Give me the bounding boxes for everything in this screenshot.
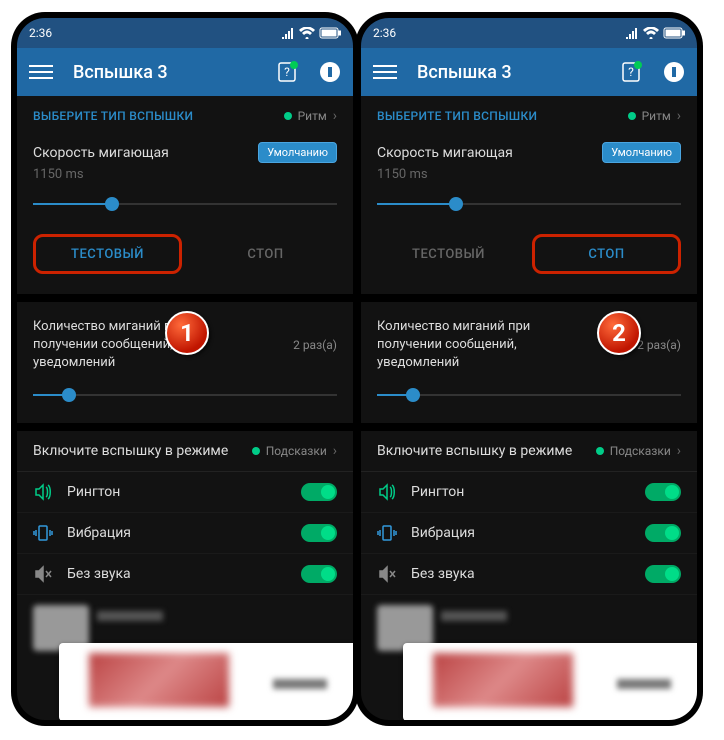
default-button[interactable]: Умолчанию bbox=[602, 142, 681, 163]
status-dot-icon bbox=[252, 447, 260, 455]
annotation-marker-1: 1 bbox=[165, 311, 209, 355]
vibration-row: Вибрация bbox=[361, 513, 697, 554]
status-dot-icon bbox=[628, 112, 636, 120]
page-title: Вспышка 3 bbox=[73, 62, 277, 83]
ringtone-label: Рингтон bbox=[411, 484, 631, 500]
vibration-label: Вибрация bbox=[67, 525, 287, 541]
flash-type-selector[interactable]: Ритм › bbox=[628, 108, 681, 124]
ringtone-toggle[interactable] bbox=[645, 483, 681, 501]
signal-icon bbox=[625, 27, 639, 39]
blinks-slider[interactable] bbox=[33, 383, 337, 407]
signal-icon bbox=[281, 27, 295, 39]
content: ВЫБЕРИТЕ ТИП ВСПЫШКИ Ритм › Скорость миг… bbox=[361, 96, 697, 720]
status-icons bbox=[281, 27, 341, 39]
speaker-icon bbox=[33, 482, 53, 502]
wifi-icon bbox=[643, 27, 659, 39]
silent-label: Без звука bbox=[67, 566, 287, 582]
silent-toggle[interactable] bbox=[301, 565, 337, 583]
vibration-toggle[interactable] bbox=[645, 524, 681, 542]
speed-label: Скорость мигающая bbox=[33, 145, 169, 161]
stop-button[interactable]: СТОП bbox=[532, 234, 681, 274]
speed-value: 1150 ms bbox=[377, 167, 681, 182]
speed-slider[interactable] bbox=[33, 192, 337, 216]
vibration-label: Вибрация bbox=[411, 525, 631, 541]
vibration-row: Вибрация bbox=[17, 513, 353, 554]
silent-row: Без звука bbox=[17, 554, 353, 595]
wifi-icon bbox=[299, 27, 315, 39]
status-dot-icon bbox=[596, 447, 604, 455]
flash-type-title: ВЫБЕРИТЕ ТИП ВСПЫШКИ bbox=[377, 109, 537, 123]
ad-banner[interactable] bbox=[33, 605, 337, 717]
status-dot-icon bbox=[284, 112, 292, 120]
phone-left: 2:36 Вспышка 3 ? ВЫБЕРИТЕ ТИП ВСПЫШКИ Ри… bbox=[17, 18, 353, 720]
svg-text:?: ? bbox=[628, 65, 634, 79]
mode-selector[interactable]: Подсказки › bbox=[596, 443, 681, 459]
silent-row: Без звука bbox=[361, 554, 697, 595]
ringtone-toggle[interactable] bbox=[301, 483, 337, 501]
flash-type-value: Ритм bbox=[642, 109, 671, 123]
test-button[interactable]: ТЕСТОВЫЙ bbox=[33, 234, 182, 274]
silent-toggle[interactable] bbox=[645, 565, 681, 583]
help-icon[interactable]: ? bbox=[621, 61, 643, 83]
mode-selector[interactable]: Подсказки › bbox=[252, 443, 337, 459]
ad-banner[interactable] bbox=[377, 605, 681, 717]
status-icons bbox=[625, 27, 685, 39]
mode-value: Подсказки bbox=[266, 444, 327, 458]
phone-right: 2:36 Вспышка 3 ? ВЫБЕРИТЕ ТИП ВСПЫШКИ Ри… bbox=[361, 18, 697, 720]
default-button[interactable]: Умолчанию bbox=[258, 142, 337, 163]
annotation-marker-2: 2 bbox=[597, 311, 641, 355]
status-bar: 2:36 bbox=[361, 18, 697, 48]
test-button[interactable]: ТЕСТОВЫЙ bbox=[377, 234, 520, 274]
flash-type-selector[interactable]: Ритм › bbox=[284, 108, 337, 124]
svg-text:?: ? bbox=[284, 65, 290, 79]
mute-icon bbox=[377, 564, 397, 584]
chevron-right-icon: › bbox=[333, 108, 337, 124]
speed-label: Скорость мигающая bbox=[377, 145, 513, 161]
ringtone-row: Рингтон bbox=[361, 472, 697, 513]
speaker-icon bbox=[377, 482, 397, 502]
blinks-slider[interactable] bbox=[377, 383, 681, 407]
ringtone-label: Рингтон bbox=[67, 484, 287, 500]
status-time: 2:36 bbox=[29, 26, 52, 40]
menu-icon[interactable] bbox=[373, 65, 397, 79]
blinks-value: 2 раз(а) bbox=[637, 338, 681, 352]
blinks-label: Количество миганий при получении сообщен… bbox=[377, 318, 577, 373]
vibration-toggle[interactable] bbox=[301, 524, 337, 542]
chevron-right-icon: › bbox=[677, 108, 681, 124]
chevron-right-icon: › bbox=[333, 443, 337, 459]
content: ВЫБЕРИТЕ ТИП ВСПЫШКИ Ритм › Скорость миг… bbox=[17, 96, 353, 720]
help-icon[interactable]: ? bbox=[277, 61, 299, 83]
mode-value: Подсказки bbox=[610, 444, 671, 458]
page-title: Вспышка 3 bbox=[417, 62, 621, 83]
chevron-right-icon: › bbox=[677, 443, 681, 459]
menu-icon[interactable] bbox=[29, 65, 53, 79]
battery-icon bbox=[319, 27, 341, 39]
app-header: Вспышка 3 ? bbox=[361, 48, 697, 96]
mute-icon bbox=[33, 564, 53, 584]
battery-icon bbox=[663, 27, 685, 39]
speed-slider[interactable] bbox=[377, 192, 681, 216]
flash-type-title: ВЫБЕРИТЕ ТИП ВСПЫШКИ bbox=[33, 109, 193, 123]
vibration-icon bbox=[33, 523, 53, 543]
status-bar: 2:36 bbox=[17, 18, 353, 48]
mode-label: Включите вспышку в режиме bbox=[377, 443, 572, 459]
flash-type-value: Ритм bbox=[298, 109, 327, 123]
flashlight-icon[interactable] bbox=[319, 61, 341, 83]
mode-label: Включите вспышку в режиме bbox=[33, 443, 228, 459]
blinks-value: 2 раз(а) bbox=[293, 338, 337, 352]
status-time: 2:36 bbox=[373, 26, 396, 40]
app-header: Вспышка 3 ? bbox=[17, 48, 353, 96]
vibration-icon bbox=[377, 523, 397, 543]
flashlight-icon[interactable] bbox=[663, 61, 685, 83]
silent-label: Без звука bbox=[411, 566, 631, 582]
ringtone-row: Рингтон bbox=[17, 472, 353, 513]
speed-value: 1150 ms bbox=[33, 167, 337, 182]
stop-button[interactable]: СТОП bbox=[194, 234, 337, 274]
